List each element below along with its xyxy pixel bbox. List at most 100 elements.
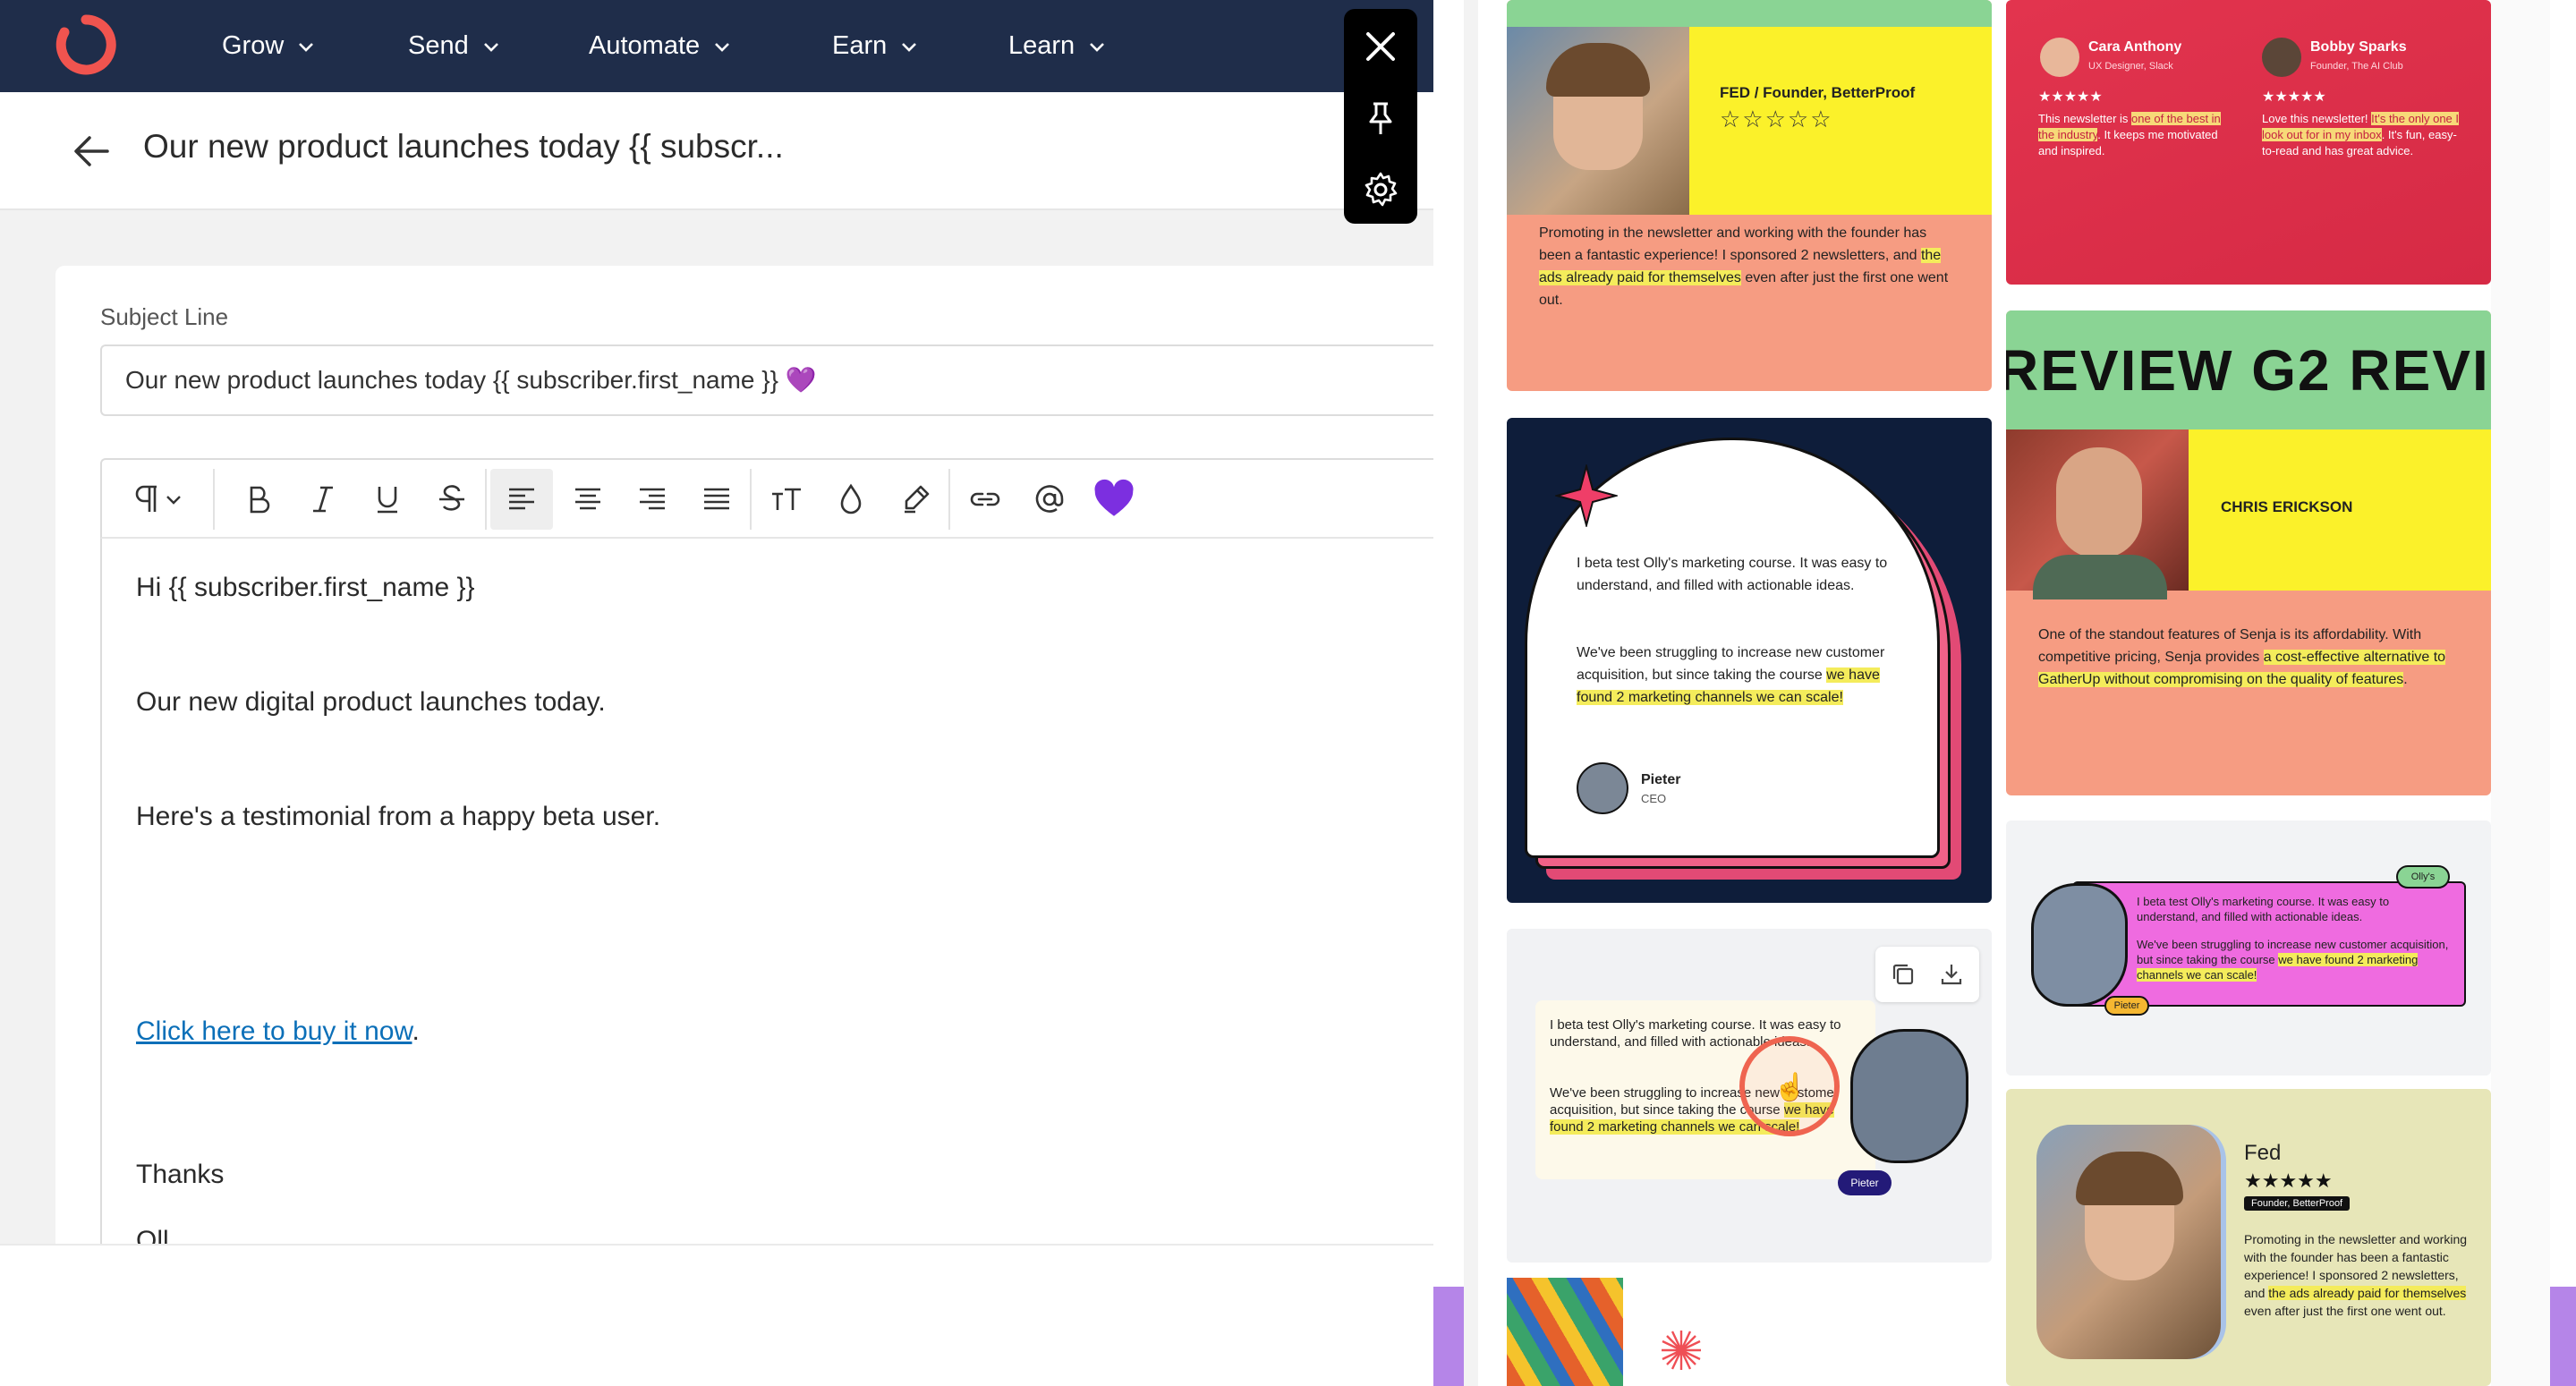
nav-learn[interactable]: Learn <box>1008 0 1107 92</box>
chevron-down-icon <box>483 42 498 52</box>
testimonial-name: FED / Founder, BetterProof <box>1720 84 1916 101</box>
reviewer-name-badge: Pieter <box>1838 1170 1892 1195</box>
nav-earn-label: Earn <box>832 31 888 60</box>
nav-automate[interactable]: Automate <box>589 0 732 92</box>
font-size-button[interactable] <box>755 469 818 530</box>
testimonial-name: Fed <box>2244 1141 2282 1165</box>
bold-button[interactable] <box>227 469 290 530</box>
at-sign-icon <box>1035 485 1064 513</box>
copy-icon[interactable] <box>1890 961 1917 988</box>
star-rating-icon: ★★★★★ <box>2262 89 2326 105</box>
avatar <box>1577 762 1628 814</box>
paragraph-style-dropdown[interactable] <box>111 469 200 530</box>
role-badge: Founder, BetterProof <box>2244 1196 2351 1211</box>
page-title: Our new product launches today {{ subscr… <box>143 128 784 165</box>
nav-learn-label: Learn <box>1008 31 1075 60</box>
body-line-1: Our new digital product launches today. <box>136 687 606 717</box>
floating-control-panel <box>1344 9 1417 224</box>
body-link-line: Click here to buy it now. <box>136 1016 420 1047</box>
testimonial-quote-2: We've been struggling to increase new cu… <box>2137 938 2449 982</box>
align-right-button[interactable] <box>621 469 684 530</box>
nav-grow[interactable]: Grow <box>222 0 316 92</box>
download-icon[interactable] <box>1938 961 1965 988</box>
email-editor-card: Subject Line Our new product launches to… <box>55 266 1433 1254</box>
testimonial-card-duo[interactable]: Cara Anthony UX Designer, Slack ★★★★★ Th… <box>2006 0 2491 285</box>
highlight-button[interactable] <box>884 469 947 530</box>
star-rating-icon: ★★★★★ <box>2244 1169 2333 1192</box>
reviewer-role: Founder, The AI Club <box>2310 61 2403 72</box>
testimonial-quote-1: I beta test Olly's marketing course. It … <box>2137 895 2390 923</box>
mention-button[interactable] <box>1018 469 1081 530</box>
chevron-down-icon <box>299 42 314 52</box>
testimonial-card-fed[interactable]: FED / Founder, BetterProof ☆☆☆☆☆ Promoti… <box>1507 0 1992 391</box>
body-signoff: Oll <box>136 1226 169 1244</box>
gear-icon[interactable] <box>1361 170 1400 209</box>
testimonial-name: CHRIS ERICKSON <box>2221 498 2353 515</box>
pin-icon[interactable] <box>1361 98 1400 138</box>
subject-line-label: Subject Line <box>100 303 229 330</box>
nav-grow-label: Grow <box>222 31 285 60</box>
testimonial-card-pink[interactable]: Olly's I beta test Olly's marketing cour… <box>2006 821 2491 1076</box>
card-actions <box>1875 947 1979 1002</box>
align-left-button[interactable] <box>490 469 553 530</box>
underline-button[interactable] <box>356 469 419 530</box>
testimonial-quote-1: I beta test Olly's marketing course. It … <box>1577 556 1888 593</box>
body-thanks: Thanks <box>136 1160 225 1189</box>
formatting-toolbar <box>100 458 1433 539</box>
italic-button[interactable] <box>292 469 354 530</box>
chevron-down-icon <box>715 42 730 52</box>
link-icon <box>970 492 1000 506</box>
testimonial-card-g2[interactable]: REVIEW G2 REVI CHRIS ERICKSON One of the… <box>2006 310 2491 795</box>
avatar <box>2262 38 2301 77</box>
body-line-2: Here's a testimonial from a happy beta u… <box>136 802 661 831</box>
droplet-icon <box>840 483 862 514</box>
testimonial-card-pattern[interactable] <box>1507 1278 1623 1386</box>
testimonial-quote: Promoting in the newsletter and working … <box>2244 1232 2468 1318</box>
close-icon[interactable] <box>1361 27 1400 66</box>
reviewer-name: Bobby Sparks <box>2310 39 2407 55</box>
bold-icon <box>250 486 270 514</box>
reviewer-name: Pieter <box>1641 772 1681 787</box>
testimonial-card-fed-green[interactable]: Fed ★★★★★ Founder, BetterProof Promoting… <box>2006 1089 2491 1386</box>
underline-icon <box>378 487 397 514</box>
page-header: Our new product launches today {{ subscr… <box>0 92 1433 210</box>
reviewer-role: CEO <box>1641 792 1667 805</box>
align-center-button[interactable] <box>557 469 619 530</box>
portrait-photo <box>2031 883 2128 1007</box>
chevron-down-icon <box>166 496 181 505</box>
nav-earn[interactable]: Earn <box>832 0 919 92</box>
convertkit-logo-icon[interactable] <box>55 14 116 75</box>
testimonial-card-arch[interactable]: I beta test Olly's marketing course. It … <box>1507 418 1992 903</box>
align-center-icon <box>575 488 600 510</box>
g2-banner: REVIEW G2 REVI <box>2006 338 2490 403</box>
purple-heart-icon <box>1094 479 1134 516</box>
reviewer-name-badge: Pieter <box>2104 996 2149 1016</box>
emoji-button[interactable] <box>1083 469 1145 530</box>
align-justify-icon <box>704 488 729 510</box>
align-justify-button[interactable] <box>685 469 748 530</box>
brand-badge: Olly's <box>2396 865 2450 889</box>
chevron-down-icon <box>1090 42 1105 52</box>
editor-area: Subject Line Our new product launches to… <box>0 210 1433 1254</box>
portrait-photo <box>2036 1125 2221 1359</box>
hand-cursor-icon: ☝ <box>1773 1073 1807 1102</box>
starburst-icon <box>1662 1331 1701 1370</box>
nav-send[interactable]: Send <box>408 0 501 92</box>
subject-line-input[interactable]: Our new product launches today {{ subscr… <box>100 344 1433 416</box>
reviewer-quote: This newsletter is one of the best in th… <box>2038 112 2221 157</box>
testimonial-quote: Promoting in the newsletter and working … <box>1539 225 1949 308</box>
testimonial-quote: One of the standout features of Senja is… <box>2038 627 2446 687</box>
strikethrough-button[interactable] <box>421 469 483 530</box>
link-suffix: . <box>412 1016 420 1046</box>
background-strip <box>1433 1287 1464 1386</box>
star-rating-icon: ★★★★★ <box>2038 89 2103 105</box>
email-body-editor[interactable]: Hi {{ subscriber.first_name }} Our new d… <box>100 539 1433 1254</box>
portrait-photo <box>1850 1029 1968 1163</box>
back-arrow-icon[interactable] <box>72 133 111 169</box>
highlighter-icon <box>905 485 930 514</box>
testimonial-card-light[interactable]: I beta test Olly's marketing course. It … <box>1507 929 1992 1263</box>
buy-now-link[interactable]: Click here to buy it now <box>136 1016 412 1046</box>
text-color-button[interactable] <box>820 469 882 530</box>
footer-area <box>0 1244 1433 1386</box>
link-button[interactable] <box>954 469 1016 530</box>
